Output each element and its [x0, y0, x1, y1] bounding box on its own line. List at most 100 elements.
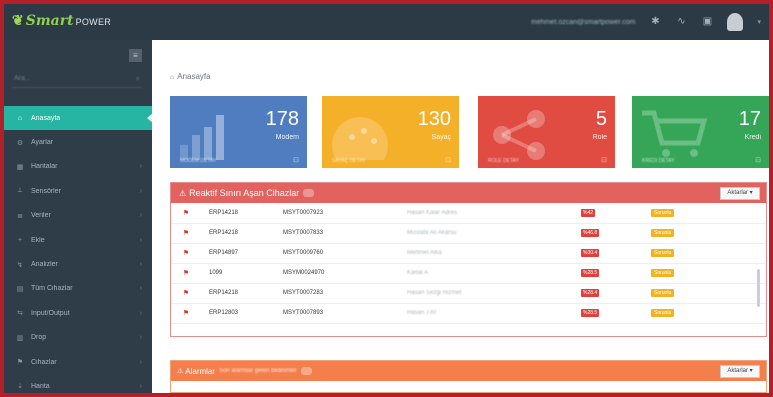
customer-name: Kartal A: [407, 263, 581, 284]
sidebar-item[interactable]: ▥ Drop ›: [4, 326, 152, 350]
device-serial: MSYM0024970: [283, 263, 407, 284]
menu-icon: ≣: [17, 212, 23, 220]
app-frame: ❦ Smart POWER mehmet.ozcan@smartpower.com …: [4, 4, 769, 393]
stat-tile-credit[interactable]: 17 Kredi KREDI DETAY ⊡: [632, 96, 769, 168]
map-marker-icon[interactable]: ⚑: [171, 303, 201, 324]
menu-icon: ⚙: [16, 139, 24, 147]
sidebar-menu: ⌂ Anasayfa ⚙ Ayarlar ▦ Haritalar › ⟂ Sensörler › ≣…: [4, 106, 153, 393]
customer-name: Mehmet Alka: [407, 243, 581, 264]
sidebar-item-label: Cihazlar: [31, 358, 57, 366]
breadcrumb: ⌂ Anasayfa: [170, 72, 211, 81]
sidebar-item-label: Harita: [31, 382, 50, 390]
menu-icon: ⇣: [17, 383, 23, 391]
avatar[interactable]: [727, 13, 744, 31]
arrow-circle-icon[interactable]: ⊡: [601, 156, 607, 164]
stat-tile-modem[interactable]: 178 Modem MODEM DETAY ⊡: [170, 96, 307, 168]
map-marker-icon[interactable]: ⚑: [171, 203, 201, 224]
chevron-right-icon: ›: [139, 382, 142, 390]
chevron-right-icon: ›: [139, 212, 142, 220]
menu-icon: ↯: [17, 261, 23, 269]
arrow-circle-icon[interactable]: ⊡: [755, 156, 761, 164]
tile-footer[interactable]: KREDI DETAY: [642, 158, 675, 164]
brand-suffix: POWER: [75, 17, 112, 27]
sidebar-item[interactable]: ⟂ Sensörler ›: [4, 179, 152, 203]
bar-chart-icon: [180, 115, 224, 160]
tile-number: 5: [595, 108, 607, 130]
sidebar-item[interactable]: ⚙ Ayarlar: [4, 130, 152, 154]
tile-number: 130: [417, 108, 451, 130]
brand-logo[interactable]: ❦ Smart POWER: [12, 13, 111, 29]
actions-dropdown-button[interactable]: Aktarlar ▾: [720, 365, 760, 378]
map-marker-icon[interactable]: ⚑: [171, 283, 201, 304]
arrow-circle-icon[interactable]: ⊡: [445, 156, 451, 164]
warning-icon: ⚠: [179, 188, 187, 198]
chevron-right-icon: ›: [139, 163, 142, 171]
device-serial: MSYT0007923: [283, 203, 407, 224]
calendar-icon[interactable]: ▣: [701, 16, 713, 28]
panel-title: Alarmlar: [185, 366, 216, 376]
sidebar-item[interactable]: ⚑ Cihazlar ›: [4, 350, 152, 374]
sidebar-item[interactable]: ▤ Tüm Cihazlar ›: [4, 277, 152, 301]
status-badge[interactable]: Sorunlu: [651, 289, 675, 297]
sidebar-item[interactable]: + Ekle ›: [4, 228, 152, 252]
sidebar-item[interactable]: ▦ Haritalar ›: [4, 155, 152, 179]
count-badge: [303, 189, 315, 197]
map-marker-icon[interactable]: ⚑: [171, 263, 201, 284]
percent-badge: %28.5: [581, 269, 600, 277]
percent-badge: %30.4: [581, 249, 600, 257]
sidebar-item[interactable]: ⇣ Harita ›: [4, 374, 152, 393]
status-badge[interactable]: Sorunlu: [651, 229, 675, 237]
table-row[interactable]: ⚑ ERP14218 MSYT0007283 Hasan Sezgi Hizmet %2…: [171, 283, 766, 304]
tile-footer[interactable]: SAYAÇ DETAY: [332, 158, 366, 164]
customer-name: Hasan Kalar Adres: [407, 203, 581, 224]
menu-icon: ⌂: [17, 114, 23, 122]
table-row[interactable]: ⚑ ERP14218 MSYT0007833 Mustafa Ali Akarsu %4…: [171, 223, 766, 244]
sidebar-item-label: Input/Output: [31, 309, 70, 317]
table-row[interactable]: ⚑ ERP14897 MSYT0009760 Mehmet Alka %30.4 Soru…: [171, 243, 766, 264]
device-serial: MSYT0009760: [283, 243, 407, 264]
table-row[interactable]: ⚑ ERP12803 MSYT0007893 Hasan Tıfıl %28.5 Soru…: [171, 303, 766, 324]
sidebar-item[interactable]: ⇆ Input/Output ›: [4, 301, 152, 325]
status-badge[interactable]: Sorunlu: [651, 208, 675, 217]
top-navbar: ❦ Smart POWER mehmet.ozcan@smartpower.com …: [4, 4, 769, 40]
status-badge[interactable]: Sorunlu: [651, 309, 675, 317]
tile-footer[interactable]: MODEM DETAY: [180, 158, 216, 164]
sidebar-item-label: Ayarlar: [31, 139, 54, 147]
customer-name: Hasan Tıfıl: [407, 303, 581, 324]
chevron-down-icon[interactable]: ▾: [757, 18, 761, 26]
rss-icon[interactable]: ∿: [675, 16, 687, 28]
device-table: ⚑ ERP14218 MSYT0007923 Hasan Kalar Adres %42…: [171, 203, 766, 324]
sidebar-item[interactable]: ⌂ Anasayfa: [4, 106, 153, 131]
tile-label: Modem: [275, 134, 299, 141]
table-scrollbar[interactable]: [757, 269, 760, 307]
sidebar-item[interactable]: ↯ Analizler ›: [4, 252, 152, 276]
table-row[interactable]: ⚑ 1099 MSYM0024970 Kartal A %28.5 Sorunlu: [171, 263, 766, 284]
breadcrumb-label[interactable]: Anasayfa: [177, 72, 210, 81]
table-row[interactable]: ⚑ ERP14218 MSYT0007923 Hasan Kalar Adres %42…: [171, 203, 766, 224]
sidebar-item-label: Veriler: [31, 212, 51, 220]
percent-badge: %28.4: [581, 289, 600, 297]
status-badge[interactable]: Sorunlu: [651, 249, 675, 257]
tile-label: Role: [592, 134, 607, 141]
chevron-right-icon: ›: [139, 236, 142, 244]
chevron-right-icon: ›: [139, 187, 142, 195]
gauge-icon: [332, 117, 388, 160]
device-code: ERP14218: [201, 203, 283, 224]
search-icon[interactable]: ⌕: [136, 74, 140, 84]
sidebar-search-input[interactable]: Ara... ⌕: [12, 72, 142, 88]
sidebar-toggle-button[interactable]: ≡: [129, 49, 142, 62]
stat-tile-relay[interactable]: 5 Role ROLE DETAY ⊡: [478, 96, 615, 168]
alarms-panel: ⚠ Alarmlar Son alarmlar gelen bildirimle…: [170, 360, 767, 393]
status-badge[interactable]: Sorunlu: [651, 269, 675, 277]
stat-tile-meter[interactable]: 130 Sayaç SAYAÇ DETAY ⊡: [322, 96, 459, 168]
actions-dropdown-button[interactable]: Aktarlar ▾: [720, 187, 760, 200]
map-marker-icon[interactable]: ⚑: [171, 223, 201, 244]
sidebar-item[interactable]: ≣ Veriler ›: [4, 204, 152, 228]
arrow-circle-icon[interactable]: ⊡: [293, 156, 299, 164]
map-marker-icon[interactable]: ⚑: [171, 243, 201, 264]
percent-badge: %46.8: [581, 229, 600, 237]
tile-footer[interactable]: ROLE DETAY: [488, 158, 519, 164]
chevron-right-icon: ›: [139, 309, 142, 317]
home-icon[interactable]: ⌂: [170, 74, 174, 81]
tasks-icon[interactable]: ✱: [649, 16, 661, 28]
